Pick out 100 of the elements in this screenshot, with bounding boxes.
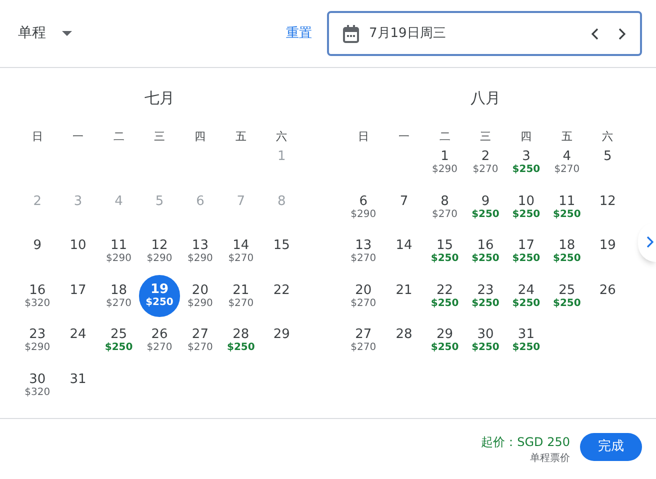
day-number[interactable]: 27 <box>355 327 372 342</box>
chevron-right-icon[interactable] <box>618 28 626 40</box>
day-number[interactable]: 28 <box>232 327 250 342</box>
done-button[interactable]: 完成 <box>580 433 642 461</box>
calendar-icon <box>343 24 359 42</box>
day-price: $320 <box>24 386 50 398</box>
day-number[interactable]: 21 <box>396 282 412 298</box>
day-number[interactable]: 16 <box>477 238 494 253</box>
day-number[interactable]: 20 <box>192 282 208 298</box>
next-month-button[interactable] <box>638 222 656 262</box>
day-number[interactable]: 28 <box>396 327 412 342</box>
day-number[interactable]: 18 <box>110 282 128 298</box>
day-price: $270 <box>146 342 172 354</box>
day-price: $290 <box>24 342 50 354</box>
day-number[interactable]: 16 <box>29 282 46 298</box>
day-number[interactable]: 15 <box>436 238 454 253</box>
reset-link[interactable]: 重置 <box>286 24 312 44</box>
day-number[interactable]: 30 <box>477 327 494 342</box>
day-price: $270 <box>350 342 376 354</box>
day-number[interactable]: 9 <box>481 194 490 208</box>
day-number: 19 <box>150 282 169 297</box>
day-number[interactable]: 25 <box>110 327 128 342</box>
dropdown-caret-icon[interactable] <box>62 31 72 36</box>
day-number[interactable]: 18 <box>558 238 576 253</box>
day-number[interactable]: 22 <box>273 282 290 298</box>
day-number[interactable]: 27 <box>192 327 208 342</box>
day-price: $250 <box>430 298 459 310</box>
day-price: $270 <box>187 342 213 354</box>
day-number[interactable]: 4 <box>562 149 572 164</box>
day-number[interactable]: 12 <box>599 194 616 208</box>
day-number[interactable]: 8 <box>440 194 449 208</box>
weekday-label: 三 <box>480 129 491 146</box>
trip-type-label[interactable]: 单程 <box>18 23 46 44</box>
day-number[interactable]: 31 <box>518 327 534 342</box>
day-number[interactable]: 24 <box>518 282 534 298</box>
day-number[interactable]: 5 <box>604 149 612 164</box>
day-number[interactable]: 17 <box>518 238 534 253</box>
day-number[interactable]: 14 <box>396 238 412 253</box>
day-price: $250 <box>430 342 459 354</box>
day-price: $270 <box>432 208 458 220</box>
day-price: $250 <box>472 253 500 265</box>
starting-price: 起价：SGD 250 <box>481 434 570 451</box>
day-number[interactable]: 31 <box>70 372 86 386</box>
day-number[interactable]: 24 <box>70 327 86 342</box>
day-price: $270 <box>350 253 376 265</box>
weekday-label: 二 <box>113 129 124 146</box>
day-number[interactable]: 13 <box>192 238 208 253</box>
day-number[interactable]: 22 <box>436 282 454 298</box>
date-field[interactable]: 7月19日周三 <box>327 11 642 56</box>
day-price: $250 <box>512 164 540 176</box>
day-number[interactable]: 2 <box>481 149 490 164</box>
day-price: $250 <box>553 208 581 220</box>
day-price: $250 <box>512 208 540 220</box>
day-number[interactable]: 23 <box>29 327 46 342</box>
day-number[interactable]: 29 <box>273 327 290 342</box>
day-number[interactable]: 6 <box>359 194 368 208</box>
weekday-label: 一 <box>72 129 84 146</box>
day-price: $290 <box>350 208 376 220</box>
day-number[interactable]: 1 <box>440 149 449 164</box>
day-number[interactable]: 15 <box>273 238 290 253</box>
day-price: $250 <box>512 342 540 354</box>
date-value: 7月19日周三 <box>369 24 446 43</box>
month-title: 七月 <box>144 88 174 110</box>
day-number[interactable]: 19 <box>599 238 616 253</box>
day-number[interactable]: 29 <box>436 327 454 342</box>
day-price: $320 <box>24 298 50 310</box>
day-price: $250 <box>472 208 500 220</box>
day-number[interactable]: 17 <box>70 282 86 298</box>
day-price: $270 <box>472 164 498 176</box>
day-number[interactable]: 11 <box>110 238 128 253</box>
day-price: $250 <box>104 342 133 354</box>
day-number[interactable]: 25 <box>558 282 576 298</box>
day-number[interactable]: 14 <box>232 238 250 253</box>
day-price: $270 <box>554 164 580 176</box>
day-number[interactable]: 7 <box>400 194 408 208</box>
day-number[interactable]: 26 <box>151 327 168 342</box>
weekday-label: 三 <box>154 129 165 146</box>
day-price: $250 <box>430 253 459 265</box>
day-number[interactable]: 12 <box>151 238 168 253</box>
day-price: $290 <box>187 298 213 310</box>
weekday-label: 六 <box>602 129 614 146</box>
day-number[interactable]: 3 <box>522 149 530 164</box>
day-number[interactable]: 21 <box>232 282 250 298</box>
weekday-label: 日 <box>32 129 43 146</box>
day-number[interactable]: 9 <box>33 238 42 253</box>
day-number[interactable]: 20 <box>355 282 372 298</box>
day-price: $270 <box>350 298 376 310</box>
day-number[interactable]: 26 <box>599 282 616 298</box>
chevron-left-icon[interactable] <box>591 28 599 40</box>
day-price: $250 <box>227 342 255 354</box>
price-note: 单程票价 <box>530 452 570 466</box>
day-number[interactable]: 11 <box>558 194 576 208</box>
day-number[interactable]: 23 <box>477 282 494 298</box>
day-price: $250 <box>512 253 540 265</box>
day-price: $290 <box>187 253 213 265</box>
day-number[interactable]: 30 <box>29 372 46 386</box>
day-number[interactable]: 13 <box>355 238 372 253</box>
day-number[interactable]: 10 <box>518 194 534 208</box>
day-number[interactable]: 10 <box>70 238 86 253</box>
day-price: $270 <box>106 298 132 310</box>
